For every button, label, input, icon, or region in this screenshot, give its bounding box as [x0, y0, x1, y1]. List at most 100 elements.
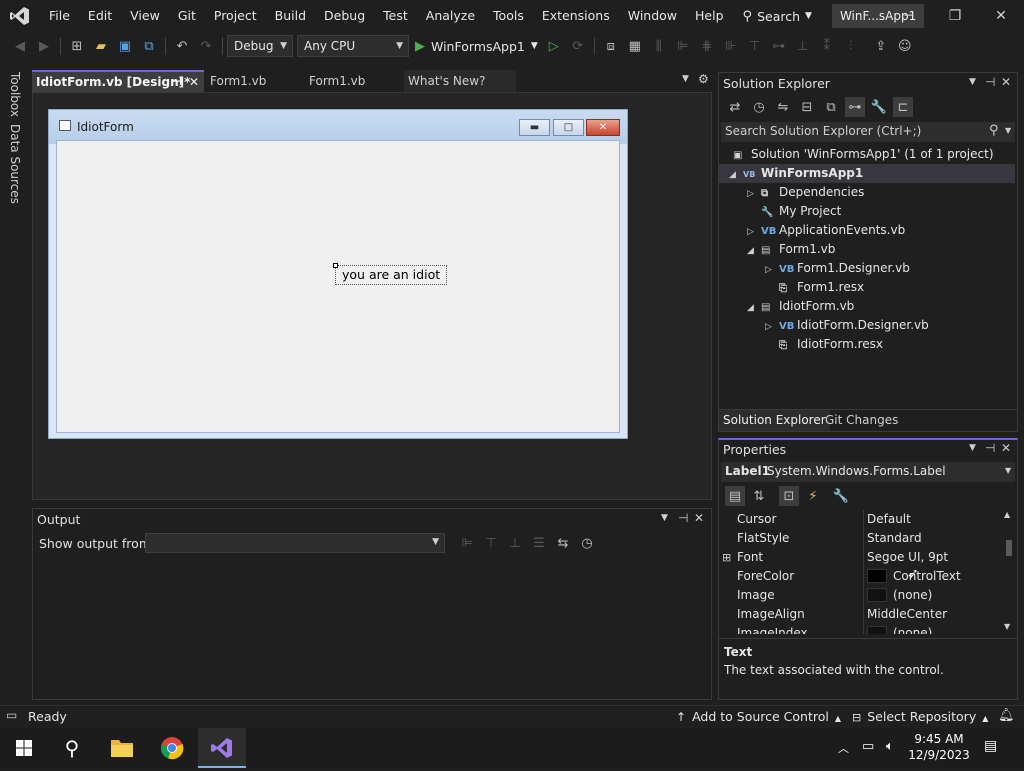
output-source-select[interactable]: ▼: [145, 533, 445, 553]
object-selector[interactable]: Label1 System.Windows.Forms.Label ▼: [721, 462, 1015, 482]
solution-explorer-icon[interactable]: ⧈: [601, 36, 621, 56]
start-without-debugging-icon[interactable]: ▷: [544, 36, 564, 56]
word-wrap-icon[interactable]: ⇆: [553, 533, 573, 553]
property-pages-icon[interactable]: 🔧: [831, 486, 851, 506]
close-icon[interactable]: ✕: [1001, 441, 1011, 455]
solution-configuration-select[interactable]: Debug ▼: [227, 35, 293, 57]
designer-form-window[interactable]: IdiotForm ▬ □ ✕ you are an idiot: [48, 109, 628, 439]
history-icon[interactable]: ◷: [749, 97, 769, 117]
visual-studio-taskbar-icon[interactable]: [198, 728, 246, 768]
tree-item-solution[interactable]: ▣ Solution 'WinFormsApp1' (1 of 1 project…: [733, 145, 994, 164]
tab-toolbox[interactable]: Toolbox: [8, 72, 22, 117]
window-options-icon[interactable]: ▼: [969, 77, 976, 87]
label1-control[interactable]: you are an idiot: [335, 265, 448, 285]
property-row-forecolor[interactable]: ForeColor ControlText: [719, 567, 1001, 586]
window-options-icon[interactable]: ▼: [661, 513, 668, 523]
menu-build[interactable]: Build: [266, 0, 315, 32]
tree-item-idiotform[interactable]: ◢ ▤ IdiotForm.vb: [747, 297, 854, 316]
tab-solution-explorer[interactable]: Solution Explorer: [719, 410, 830, 431]
menu-file[interactable]: File: [40, 0, 79, 32]
start-button[interactable]: [0, 728, 48, 768]
menu-test[interactable]: Test: [374, 0, 417, 32]
gear-icon[interactable]: ⚙: [698, 72, 709, 86]
spacing-icon[interactable]: ⁑: [817, 36, 837, 56]
start-debugging-button[interactable]: ▶ WinFormsApp1 ▼: [415, 39, 538, 54]
expander-icon[interactable]: ▷: [747, 185, 761, 204]
property-row-flatstyle[interactable]: FlatStyle Standard: [719, 529, 1001, 548]
align-middles-icon[interactable]: ⊶: [769, 36, 789, 56]
show-hidden-icons-chevron[interactable]: ︿: [838, 740, 849, 756]
align-icon[interactable]: ⫼: [649, 36, 669, 56]
chrome-icon[interactable]: [148, 728, 196, 768]
pin-icon[interactable]: ⊣: [985, 75, 995, 89]
property-row-font[interactable]: ⊞ Font Segoe UI, 9pt: [719, 548, 1001, 567]
tree-item-form1-designer[interactable]: ▷ VB Form1.Designer.vb: [765, 259, 910, 278]
scroll-thumb[interactable]: [1006, 540, 1012, 556]
tree-item-dependencies[interactable]: ▷ ⧉ Dependencies: [747, 183, 864, 202]
file-explorer-icon[interactable]: [98, 728, 146, 768]
align-tops-icon[interactable]: ⊤: [745, 36, 765, 56]
property-value[interactable]: Segoe UI, 9pt: [867, 548, 948, 567]
tab-form1-vb-2[interactable]: Form1.vb: [305, 70, 403, 92]
profile-icon[interactable]: ☺: [895, 36, 915, 56]
tree-item-application-events[interactable]: ▷ VB ApplicationEvents.vb: [747, 221, 905, 240]
solution-platform-select[interactable]: Any CPU ▼: [297, 35, 409, 57]
property-row-cursor[interactable]: Cursor Default: [719, 510, 1001, 529]
network-icon[interactable]: ▭: [862, 739, 874, 754]
menu-analyze[interactable]: Analyze: [417, 0, 484, 32]
notifications-bell-icon[interactable]: 🔔︎: [998, 708, 1015, 723]
property-value[interactable]: (none): [893, 624, 932, 634]
pin-icon[interactable]: ⊣: [678, 511, 688, 525]
next-message-icon[interactable]: ⊥: [505, 533, 525, 553]
collapse-all-icon[interactable]: ⊟: [797, 97, 817, 117]
expander-icon[interactable]: ◢: [747, 299, 761, 318]
categorized-icon[interactable]: ▤: [725, 486, 745, 506]
form-client-area[interactable]: you are an idiot: [56, 140, 620, 433]
back-icon[interactable]: ◀: [10, 36, 30, 56]
tree-item-my-project[interactable]: 🔧 My Project: [761, 202, 841, 221]
previous-message-icon[interactable]: ⊤: [481, 533, 501, 553]
property-value[interactable]: MiddleCenter: [867, 605, 947, 624]
tree-item-form1[interactable]: ◢ ▤ Form1.vb: [747, 240, 835, 259]
property-value[interactable]: (none): [893, 586, 932, 605]
solution-search-box[interactable]: Search Solution Explorer (Ctrl+;) ⚲ ▼: [721, 122, 1015, 142]
property-grid-scrollbar[interactable]: ▲ ▼: [1003, 510, 1015, 634]
property-value[interactable]: Standard: [867, 529, 922, 548]
tab-idiotform-design[interactable]: IdiotForm.vb [Design]* ⊣ ✕: [32, 70, 204, 92]
layout-icon[interactable]: ▦: [625, 36, 645, 56]
notification-center-icon[interactable]: ▤: [984, 738, 997, 754]
volume-icon[interactable]: 🔈︎: [886, 739, 894, 754]
menu-extensions[interactable]: Extensions: [533, 0, 619, 32]
restore-window-button[interactable]: ❐: [932, 0, 978, 32]
clear-all-icon[interactable]: ☰: [529, 533, 549, 553]
align-bottoms-icon[interactable]: ⊥: [793, 36, 813, 56]
properties-icon[interactable]: ⊡: [779, 486, 799, 506]
menu-window[interactable]: Window: [619, 0, 686, 32]
select-repository-button[interactable]: ⊟ Select Repository ▲: [852, 709, 988, 724]
clock[interactable]: 9:45 AM 12/9/2023: [906, 731, 972, 763]
menu-help[interactable]: Help: [686, 0, 733, 32]
property-row-imagealign[interactable]: ImageAlign MiddleCenter: [719, 605, 1001, 624]
close-icon[interactable]: ✕: [694, 511, 704, 525]
close-icon[interactable]: ✕: [1001, 75, 1011, 89]
open-folder-icon[interactable]: ▰: [91, 36, 111, 56]
property-value[interactable]: Default: [867, 510, 911, 529]
scroll-up-icon[interactable]: ▲: [1004, 510, 1010, 519]
property-row-image[interactable]: Image (none): [719, 586, 1001, 605]
show-all-files-icon[interactable]: ⧉: [821, 97, 841, 117]
tree-item-project[interactable]: ◢ VB WinFormsApp1: [719, 164, 1015, 183]
align-rights-icon[interactable]: ⊪: [721, 36, 741, 56]
expander-icon[interactable]: ▷: [765, 261, 779, 280]
taskbar-search-icon[interactable]: ⚲: [48, 728, 96, 768]
expand-plus-icon[interactable]: ⊞: [722, 548, 731, 567]
save-all-icon[interactable]: ⧉: [139, 36, 159, 56]
pin-icon[interactable]: ⊣: [172, 72, 182, 92]
expander-icon[interactable]: ◢: [747, 242, 761, 261]
find-message-icon[interactable]: ⊫: [457, 533, 477, 553]
alphabetical-icon[interactable]: ⇅: [749, 486, 769, 506]
close-icon[interactable]: ✕: [189, 72, 199, 92]
tab-git-changes[interactable]: Git Changes: [821, 410, 902, 431]
menu-git[interactable]: Git: [169, 0, 205, 32]
hot-reload-icon[interactable]: ⟳: [568, 36, 588, 56]
back-forward-icon[interactable]: ⇄: [725, 97, 745, 117]
